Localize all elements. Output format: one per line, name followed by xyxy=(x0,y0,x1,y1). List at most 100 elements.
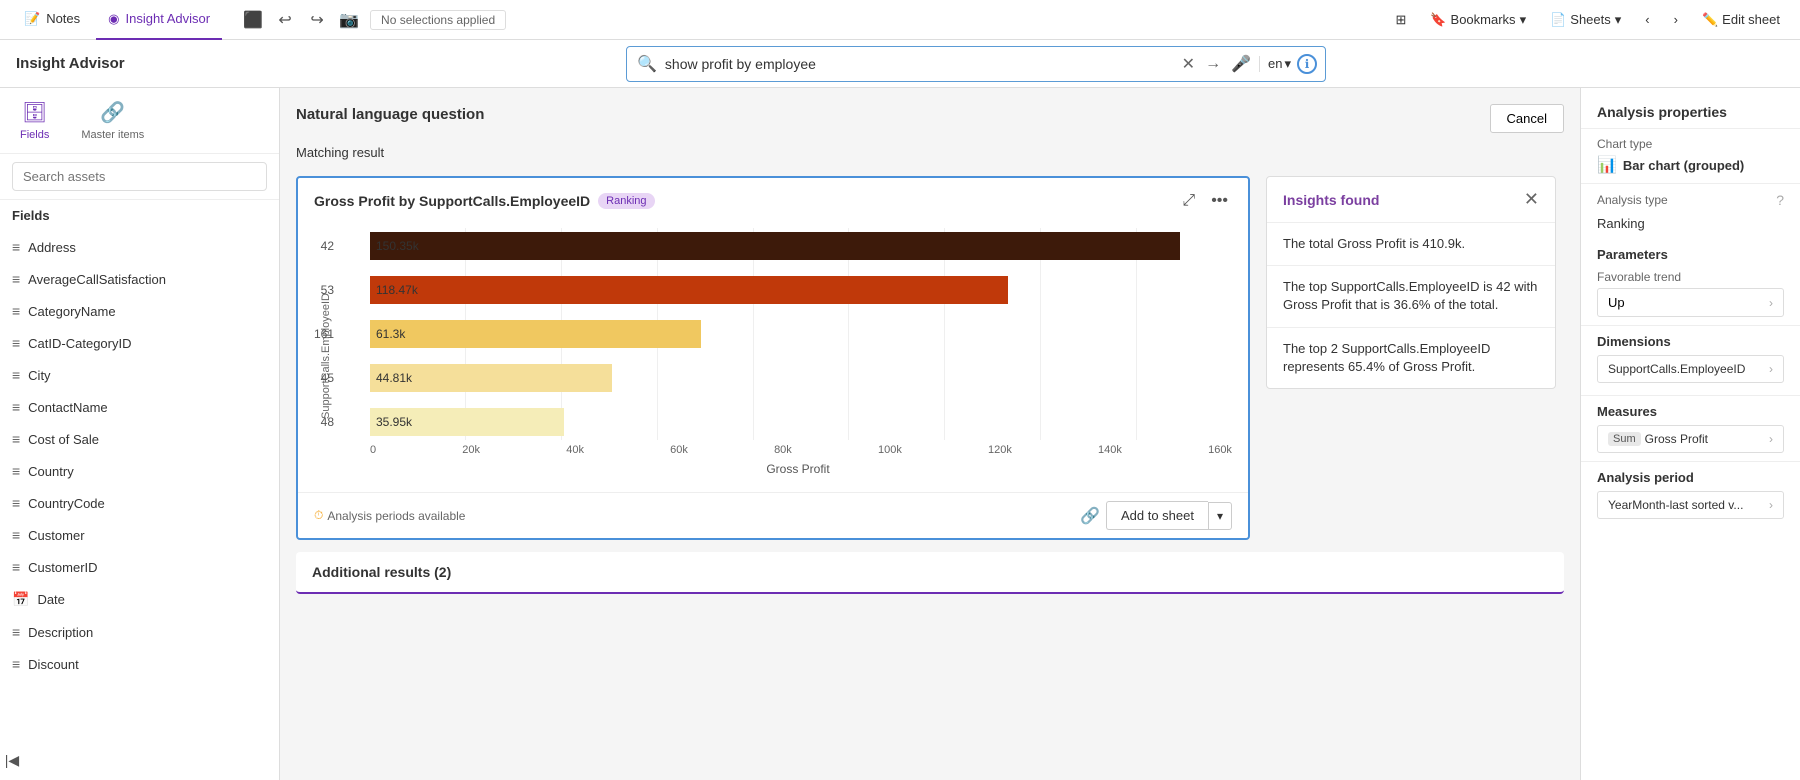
bar-container-48: 35.95k xyxy=(370,408,1232,436)
chevron-right-icon: › xyxy=(1769,432,1773,446)
sidebar-item-label: CustomerID xyxy=(28,560,97,575)
field-icon-address: ≡ xyxy=(12,239,20,255)
measure-row[interactable]: Sum Gross Profit › xyxy=(1597,425,1784,453)
search-icon[interactable]: 🔍 xyxy=(635,52,659,76)
cancel-btn[interactable]: Cancel xyxy=(1490,104,1564,133)
chart-insights-row: Gross Profit by SupportCalls.EmployeeID … xyxy=(296,176,1564,540)
sidebar-item-label: Date xyxy=(37,592,64,607)
sidebar-item-country-code[interactable]: ≡ CountryCode xyxy=(0,487,279,519)
sidebar-item-label: Discount xyxy=(28,657,79,672)
period-value: YearMonth-last sorted v... xyxy=(1608,498,1743,512)
sidebar-item-customer[interactable]: ≡ Customer xyxy=(0,519,279,551)
bar-53: 118.47k xyxy=(370,276,1008,304)
sidebar-tab-fields[interactable]: 🗄 Fields xyxy=(12,96,57,145)
favorable-trend-label: Favorable trend xyxy=(1597,270,1784,284)
mic-btn[interactable]: 🎤 xyxy=(1229,52,1253,76)
toolbar-icons: ⬛ ↩ ↪ 📷 No selections applied xyxy=(238,5,506,35)
chart-type-value-row: 📊 Bar chart (grouped) xyxy=(1597,155,1784,175)
sidebar-search-input[interactable] xyxy=(12,162,267,191)
nav-next-btn[interactable]: › xyxy=(1666,8,1686,31)
insights-close-btn[interactable]: ✕ xyxy=(1524,189,1539,210)
analysis-periods: ⏱ Analysis periods available xyxy=(314,508,465,523)
undo-btn[interactable]: ↩ xyxy=(270,5,300,35)
bar-value-53: 118.47k xyxy=(376,283,418,297)
ranking-badge: Ranking xyxy=(598,193,654,209)
sidebar-item-address[interactable]: ≡ Address xyxy=(0,231,279,263)
bar-row-53: 53 118.47k xyxy=(370,272,1232,308)
chart-type-section: Chart type 📊 Bar chart (grouped) xyxy=(1581,129,1800,184)
chart-footer: ⏱ Analysis periods available 🔗 Add to sh… xyxy=(298,492,1248,538)
analysis-type-value: Ranking xyxy=(1581,212,1800,239)
chart-type-value: Bar chart (grouped) xyxy=(1623,158,1744,173)
bar-y-label-42: 42 xyxy=(304,239,334,253)
snapshot-btn[interactable]: 📷 xyxy=(334,5,364,35)
field-icon-description: ≡ xyxy=(12,624,20,640)
insights-panel: Insights found ✕ The total Gross Profit … xyxy=(1266,176,1556,389)
clear-search-btn[interactable]: ✕ xyxy=(1180,52,1197,76)
period-item[interactable]: YearMonth-last sorted v... › xyxy=(1597,491,1784,519)
sidebar-item-label: Customer xyxy=(28,528,84,543)
analysis-period-title: Analysis period xyxy=(1597,470,1784,485)
chart-type-label: Chart type xyxy=(1597,137,1784,151)
expand-chart-btn[interactable]: ⤢ xyxy=(1178,190,1199,212)
x-label-80k: 80k xyxy=(774,444,792,456)
favorable-trend-value-row[interactable]: Up › xyxy=(1597,288,1784,317)
sidebar-tab-master-items[interactable]: 🔗 Master items xyxy=(73,96,152,145)
sidebar-item-label: AverageCallSatisfaction xyxy=(28,272,166,287)
nav-prev-btn[interactable]: ‹ xyxy=(1637,8,1657,31)
sidebar-section-header: Fields xyxy=(0,200,279,231)
sidebar-search xyxy=(0,154,279,200)
bar-value-45: 44.81k xyxy=(376,371,412,385)
chart-header-icons: ⤢ ••• xyxy=(1178,190,1232,212)
sidebar-item-description[interactable]: ≡ Description xyxy=(0,616,279,648)
add-to-sheet-dropdown-btn[interactable]: ▾ xyxy=(1208,502,1232,530)
sidebar-item-cost-of-sale[interactable]: ≡ Cost of Sale xyxy=(0,423,279,455)
add-to-sheet-btn[interactable]: Add to sheet ▾ xyxy=(1106,501,1232,530)
right-panel-title: Analysis properties xyxy=(1597,104,1727,120)
help-icon[interactable]: ? xyxy=(1776,192,1784,208)
grid-btn[interactable]: ⊞ xyxy=(1387,8,1414,32)
smart-search-btn[interactable]: ⬛ xyxy=(238,5,268,35)
sidebar-item-contact-name[interactable]: ≡ ContactName xyxy=(0,391,279,423)
tab-notes[interactable]: 📝 Notes xyxy=(12,0,92,40)
add-to-sheet-main-btn[interactable]: Add to sheet xyxy=(1106,501,1208,530)
chart-inner: 42 150.35k 53 xyxy=(334,228,1232,484)
sidebar-item-discount[interactable]: ≡ Discount xyxy=(0,648,279,680)
search-input[interactable] xyxy=(665,56,1174,72)
bar-y-label-53: 53 xyxy=(304,283,334,297)
info-btn[interactable]: ℹ xyxy=(1297,54,1317,74)
lang-selector[interactable]: en ▾ xyxy=(1259,56,1291,72)
top-bar: 📝 Notes ◉ Insight Advisor ⬛ ↩ ↪ 📷 No sel… xyxy=(0,0,1800,40)
sidebar-item-city[interactable]: ≡ City xyxy=(0,359,279,391)
master-items-icon: 🔗 xyxy=(100,100,125,125)
redo-btn[interactable]: ↪ xyxy=(302,5,332,35)
field-icon-avg-call: ≡ xyxy=(12,271,20,287)
bar-48: 35.95k xyxy=(370,408,564,436)
x-label-100k: 100k xyxy=(878,444,902,456)
bar-chart-area: SupportCalls.EmployeeID xyxy=(298,212,1248,492)
bookmarks-btn[interactable]: 🔖 Bookmarks ▾ xyxy=(1422,8,1534,32)
sidebar-item-country[interactable]: ≡ Country xyxy=(0,455,279,487)
dimension-item[interactable]: SupportCalls.EmployeeID › xyxy=(1597,355,1784,383)
field-icon-cost-of-sale: ≡ xyxy=(12,431,20,447)
sidebar-item-category-name[interactable]: ≡ CategoryName xyxy=(0,295,279,327)
top-bar-left: 📝 Notes ◉ Insight Advisor xyxy=(12,0,222,40)
parameters-title: Parameters xyxy=(1597,247,1784,262)
x-label-160k: 160k xyxy=(1208,444,1232,456)
parameters-section: Parameters Favorable trend Up › xyxy=(1581,239,1800,326)
sidebar-item-date[interactable]: 📅 Date xyxy=(0,583,279,616)
sidebar-item-catid[interactable]: ≡ CatID-CategoryID xyxy=(0,327,279,359)
analysis-type-label: Analysis type xyxy=(1597,193,1668,207)
bookmark-chart-btn[interactable]: 🔗 xyxy=(1080,506,1100,526)
collapse-sidebar-btn[interactable]: |◀ xyxy=(0,748,24,772)
edit-sheet-btn[interactable]: ✏️ Edit sheet xyxy=(1694,8,1788,32)
chart-menu-btn[interactable]: ••• xyxy=(1207,190,1232,212)
x-label-20k: 20k xyxy=(462,444,480,456)
x-label-40k: 40k xyxy=(566,444,584,456)
x-axis: 0 20k 40k 60k 80k 100k 120k 140k 160k xyxy=(334,440,1232,460)
sidebar-item-avg-call[interactable]: ≡ AverageCallSatisfaction xyxy=(0,263,279,295)
go-btn[interactable]: → xyxy=(1203,53,1223,75)
tab-insight-advisor[interactable]: ◉ Insight Advisor xyxy=(96,0,222,40)
sheets-btn[interactable]: 📄 Sheets ▾ xyxy=(1542,8,1629,32)
sidebar-item-customer-id[interactable]: ≡ CustomerID xyxy=(0,551,279,583)
